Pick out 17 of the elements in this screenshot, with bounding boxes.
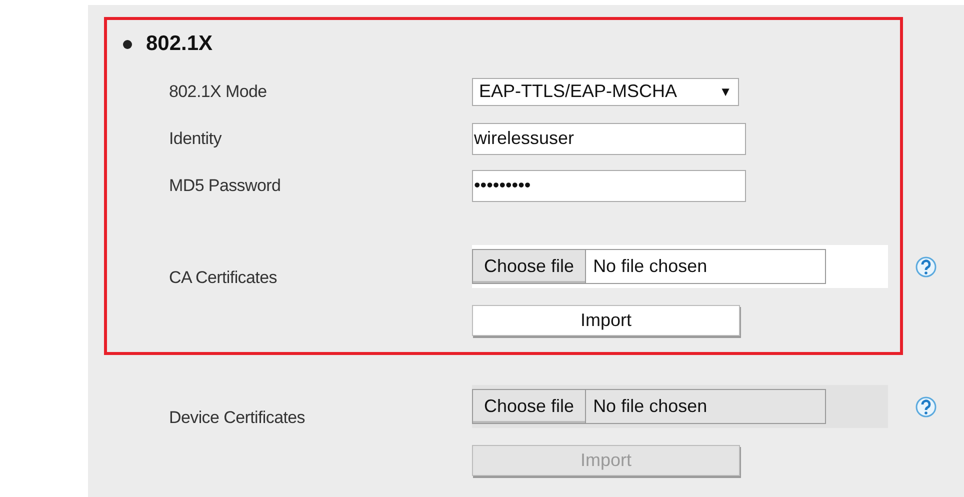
mode-select[interactable]: EAP-TTLS/EAP-MSCHA ▼ [472,78,739,106]
section-title: 802.1X [146,32,213,56]
help-icon[interactable] [915,396,937,418]
file-status: No file chosen [592,396,708,417]
field-label: MD5 Password [168,176,282,196]
certificate-label: Device Certificates [168,408,306,428]
file-field[interactable]: Choose file No file chosen [472,249,826,284]
help-icon[interactable] [915,256,937,278]
import-button[interactable]: Import [472,305,740,336]
choose-file-button[interactable]: Choose file [473,250,586,283]
field-label: 802.1X Mode [168,82,268,102]
certificate-label: CA Certificates [168,268,278,288]
file-status: No file chosen [592,256,708,277]
bullet-icon [123,40,132,48]
password-field[interactable]: ••••••••• [472,170,746,202]
field-label: Identity [168,128,223,148]
identity-field[interactable]: wirelessuser [472,122,746,154]
